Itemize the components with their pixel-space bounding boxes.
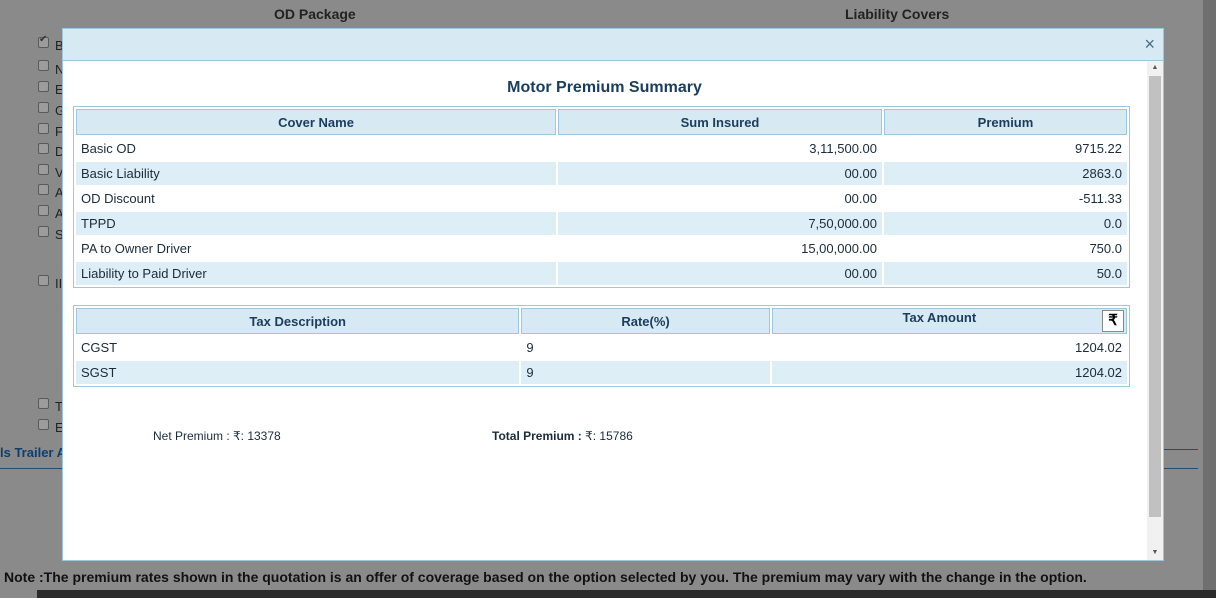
cover-checkbox[interactable]	[38, 398, 49, 409]
scroll-up-icon[interactable]: ▲	[1147, 61, 1163, 75]
net-premium-label: Net Premium :	[153, 429, 234, 443]
cover-name: TPPD	[76, 212, 556, 235]
modal-title: Motor Premium Summary	[507, 79, 702, 96]
cover-name: Basic OD	[81, 141, 136, 156]
rupee-icon: ₹	[233, 429, 241, 443]
footer-bar	[37, 590, 1216, 598]
total-premium: Total Premium : ₹: 15786	[492, 429, 633, 443]
tax-amount: 1204.02	[771, 361, 1127, 384]
premium: 50.0	[884, 262, 1127, 285]
net-premium: Net Premium : ₹: 13378	[153, 429, 281, 443]
cover-checkbox[interactable]	[38, 143, 49, 154]
liability-covers-heading: Liability Covers	[845, 6, 950, 22]
tax-amount: 1204.02	[1075, 340, 1122, 355]
net-premium-value: : 13378	[240, 429, 281, 443]
sum-insured: 3,11,500.00	[809, 141, 877, 156]
premium: 2863.0	[884, 162, 1127, 185]
column-header: Rate(%)	[521, 308, 770, 334]
sum-insured: 7,50,000.00	[558, 212, 882, 235]
sum-insured: 00.00	[558, 262, 882, 285]
table-row: PA to Owner Driver 15,00,000.00 750.0	[76, 237, 1127, 260]
cover-checkbox[interactable]	[38, 226, 49, 237]
cover-checkbox[interactable]	[38, 275, 49, 286]
cover-name: Basic Liability	[76, 162, 556, 185]
table-row: OD Discount 00.00 -511.33	[76, 187, 1127, 210]
scroll-down-icon[interactable]: ▼	[1147, 546, 1163, 560]
column-header: Premium	[884, 109, 1127, 135]
premium: -511.33	[1078, 191, 1122, 206]
sum-insured: 00.00	[558, 162, 882, 185]
trailer-section-title: ls Trailer A	[0, 445, 66, 460]
scrollbar-thumb[interactable]	[1149, 76, 1161, 517]
total-premium-label: Total Premium :	[492, 429, 586, 443]
column-header: ₹ Tax Amount	[771, 308, 1127, 334]
column-header-label: Tax Amount	[902, 310, 977, 325]
premium: 0.0	[884, 212, 1127, 235]
cover-checkbox[interactable]	[38, 164, 49, 175]
table-row: Basic OD 3,11,500.00 9715.22	[76, 137, 1127, 160]
premium-note: Note :The premium rates shown in the quo…	[4, 569, 1087, 585]
cover-name: Liability to Paid Driver	[76, 262, 556, 285]
sum-insured: 00.00	[844, 191, 877, 206]
table-row: TPPD 7,50,000.00 0.0	[76, 212, 1127, 235]
premium: 750.0	[1089, 241, 1122, 256]
background-edge	[1203, 0, 1216, 598]
table-row: SGST 9 1204.02	[76, 361, 1127, 384]
column-header: Cover Name	[76, 109, 556, 135]
cover-checkbox[interactable]	[38, 60, 49, 71]
modal-scrollbar[interactable]: ▲ ▼	[1147, 61, 1163, 560]
cover-table: Cover Name Sum Insured Premium Basic OD …	[73, 106, 1130, 288]
od-package-heading: OD Package	[274, 6, 356, 22]
table-row: Liability to Paid Driver 00.00 50.0	[76, 262, 1127, 285]
rupee-icon: ₹	[585, 429, 593, 443]
tax-rate: 9	[526, 340, 534, 355]
cover-name: PA to Owner Driver	[81, 241, 192, 256]
cover-checkbox[interactable]	[38, 34, 49, 48]
sum-insured: 15,00,000.00	[801, 241, 877, 256]
table-row: Basic Liability 00.00 2863.0	[76, 162, 1127, 185]
cover-checkbox[interactable]	[38, 102, 49, 113]
table-row: CGST 9 1204.02	[76, 336, 1127, 359]
cover-checkbox[interactable]	[38, 184, 49, 195]
modal-body: Motor Premium Summary Cover Name Sum Ins…	[63, 61, 1146, 560]
section-divider	[1164, 449, 1198, 450]
tax-table-header: Tax Description Rate(%) ₹ Tax Amount	[76, 308, 1127, 334]
modal-header: ×	[63, 29, 1163, 61]
cover-checkbox[interactable]	[38, 419, 49, 430]
close-icon[interactable]: ×	[1144, 34, 1155, 54]
tax-description: CGST	[81, 340, 118, 355]
rupee-icon[interactable]: ₹	[1102, 310, 1124, 332]
tax-table: Tax Description Rate(%) ₹ Tax Amount CGS…	[73, 305, 1130, 387]
tax-description: SGST	[76, 361, 520, 384]
total-premium-value: : 15786	[592, 429, 633, 443]
premium-summary-modal: × Motor Premium Summary Cover Name Sum I…	[62, 28, 1164, 561]
cover-checkbox[interactable]	[38, 205, 49, 216]
column-header: Sum Insured	[558, 109, 882, 135]
cover-table-header: Cover Name Sum Insured Premium	[76, 109, 1127, 135]
column-header: Tax Description	[76, 308, 520, 334]
cover-name: OD Discount	[81, 191, 155, 206]
tax-rate: 9	[521, 361, 770, 384]
cover-checkbox[interactable]	[38, 81, 49, 92]
cover-checkbox[interactable]	[38, 123, 49, 134]
premium: 9715.22	[1075, 141, 1122, 156]
